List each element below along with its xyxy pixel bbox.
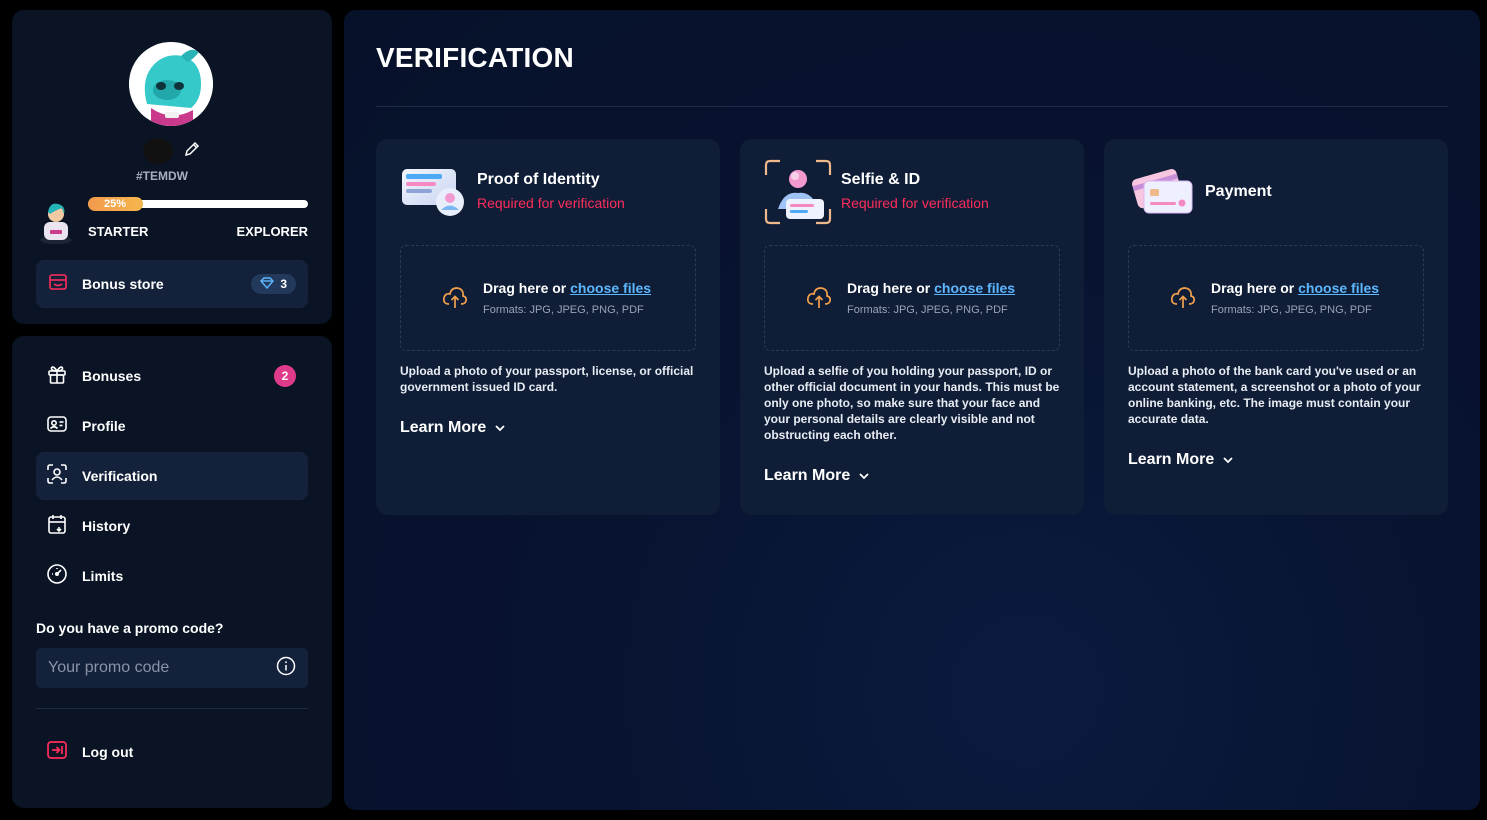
learn-more-button[interactable]: Learn More [764,467,870,485]
cloud-upload-icon [442,286,468,315]
id-card-icon [46,413,68,440]
card-description: Upload a selfie of you holding your pass… [764,364,1060,442]
upload-dropzone[interactable]: Drag here or choose files Formats: JPG, … [1128,245,1424,351]
edit-pencil-icon[interactable] [183,140,201,163]
nav-item-limits[interactable]: Limits [36,552,308,600]
avatar[interactable] [129,42,213,126]
chevron-down-icon [1222,451,1234,469]
card-title: Payment [1205,183,1272,200]
nav-item-profile[interactable]: Profile [36,402,308,450]
learn-more-label: Learn More [1128,451,1215,468]
store-icon [48,272,68,297]
learn-more-label: Learn More [764,467,851,484]
nav-item-label: Verification [82,468,158,484]
dropzone-text: Drag here or choose files [483,280,652,296]
logout-button[interactable]: Log out [36,728,308,776]
choose-files-link[interactable]: choose files [570,280,651,296]
formats-text: Formats: JPG, JPEG, PNG, PDF [1211,304,1372,316]
gem-count-badge: 3 [251,274,296,294]
info-icon[interactable] [276,656,296,681]
nav-item-label: Bonuses [82,368,142,384]
learn-more-button[interactable]: Learn More [1128,451,1234,469]
cloud-upload-icon [1170,286,1196,315]
nav-item-verification[interactable]: Verification [36,452,308,500]
nickname-avatar [142,138,173,164]
bonus-store-label: Bonus store [82,276,164,292]
chevron-down-icon [494,419,506,437]
learn-more-label: Learn More [400,419,487,436]
bonuses-count-badge: 2 [274,365,296,387]
nickname-id: #TEMDW [136,169,188,183]
promo-question: Do you have a promo code? [36,620,224,636]
page-title: VERIFICATION [376,42,574,73]
card-description: Upload a photo of the bank card you've u… [1128,364,1421,426]
level-progress-bar: 25% [88,197,308,211]
choose-files-link[interactable]: choose files [934,280,1015,296]
nav-item-history[interactable]: History [36,502,308,550]
card-selfie-and-id: Selfie & ID Required for verification Dr… [740,139,1084,515]
level-character-icon [36,200,76,244]
card-title: Proof of Identity [477,171,600,188]
card-payment: Payment Drag here or choose files Format… [1104,139,1448,515]
dropzone-text: Drag here or choose files [847,280,1016,296]
choose-files-link[interactable]: choose files [1298,280,1379,296]
calendar-icon [46,513,68,540]
chevron-down-icon [858,467,870,485]
face-scan-icon [46,463,68,490]
dropzone-text: Drag here or choose files [1211,280,1380,296]
profile-panel: #TEMDW 25% STARTER EXPLORER Bonus store [12,10,332,324]
promo-code-input[interactable] [48,659,276,677]
level-progress-label: 25% [103,198,127,210]
card-title: Selfie & ID [841,171,921,188]
card-description: Upload a photo of your passport, license… [400,364,694,394]
logout-label: Log out [82,744,134,760]
card-required-label: Required for verification [477,195,625,211]
nav-panel: Bonuses 2 Profile Verification History L… [12,336,332,808]
bonus-store-button[interactable]: Bonus store 3 [36,260,308,308]
gem-count: 3 [280,277,287,291]
level-end-label: EXPLORER [236,224,308,239]
bank-card-icon [1128,159,1196,223]
learn-more-button[interactable]: Learn More [400,419,506,437]
id-document-icon [400,159,468,223]
formats-text: Formats: JPG, JPEG, PNG, PDF [483,304,644,316]
card-required-label: Required for verification [841,195,989,211]
nav-item-label: Profile [82,418,126,434]
logout-icon [46,739,68,766]
nav-item-label: History [82,518,131,534]
nav-item-bonuses[interactable]: Bonuses 2 [36,352,308,400]
selfie-id-icon [764,159,832,225]
promo-code-field[interactable] [36,648,308,688]
cloud-upload-icon [806,286,832,315]
nav-item-label: Limits [82,568,124,584]
gift-icon [46,363,68,390]
level-start-label: STARTER [88,224,149,239]
gauge-icon [46,563,68,590]
upload-dropzone[interactable]: Drag here or choose files Formats: JPG, … [400,245,696,351]
nav-divider [36,708,308,709]
gem-icon [260,276,275,292]
upload-dropzone[interactable]: Drag here or choose files Formats: JPG, … [764,245,1060,351]
main-panel: VERIFICATION Proof of Identity Required … [344,10,1480,810]
card-proof-of-identity: Proof of Identity Required for verificat… [376,139,720,515]
title-divider [376,106,1448,107]
nickname-row [12,138,332,164]
formats-text: Formats: JPG, JPEG, PNG, PDF [847,304,1008,316]
